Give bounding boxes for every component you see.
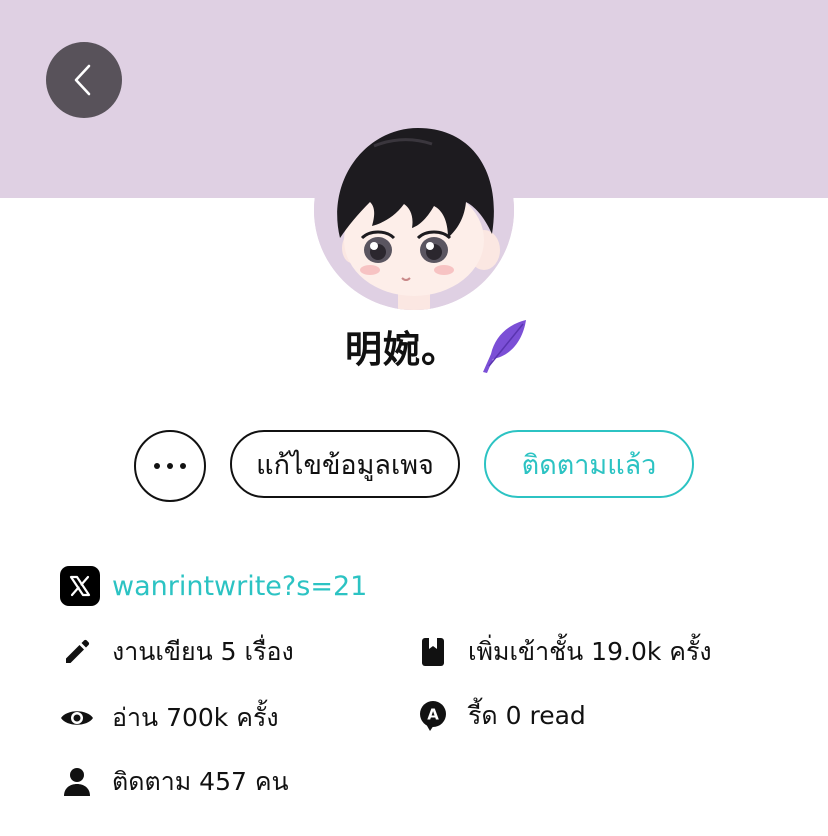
display-name: 明婉。 xyxy=(345,328,459,371)
stat-bookmarks: เพิ่มเข้าชั้น 19.0k ครั้ง xyxy=(416,632,712,672)
more-options-button[interactable] xyxy=(134,430,206,502)
stat-works: งานเขียน 5 เรื่อง xyxy=(60,632,294,672)
stat-followers-label: ติดตาม 457 คน xyxy=(112,767,289,796)
chevron-left-icon xyxy=(74,64,91,96)
social-link-row: wanrintwrite?s=21 xyxy=(60,566,367,606)
stat-works-label: งานเขียน 5 เรื่อง xyxy=(112,637,294,666)
profile-page: 明婉。 แก้ไขข้อมูลเพจ ติดตามแล้ว wanrintwri… xyxy=(0,0,828,836)
stat-read-mode-label: รี้ด 0 read xyxy=(468,701,586,730)
pencil-icon xyxy=(60,635,94,669)
stat-read-mode: A รี้ด 0 read xyxy=(416,696,586,736)
edit-page-button[interactable]: แก้ไขข้อมูลเพจ xyxy=(230,430,460,498)
stat-reads-label: อ่าน 700k ครั้ง xyxy=(112,703,279,732)
stat-reads: อ่าน 700k ครั้ง xyxy=(60,698,279,738)
following-button[interactable]: ติดตามแล้ว xyxy=(484,430,694,498)
more-horizontal-icon xyxy=(154,463,186,469)
feather-icon xyxy=(483,320,526,373)
x-handle-link[interactable]: wanrintwrite?s=21 xyxy=(112,571,367,602)
profile-name-row: 明婉。 xyxy=(0,314,828,378)
avatar[interactable] xyxy=(314,110,514,310)
chat-a-icon: A xyxy=(416,699,450,733)
avatar-illustration xyxy=(314,110,514,310)
eye-icon xyxy=(60,701,94,735)
x-logo-icon xyxy=(60,566,100,606)
person-icon xyxy=(60,765,94,799)
stat-followers: ติดตาม 457 คน xyxy=(60,762,289,802)
stat-bookmarks-label: เพิ่มเข้าชั้น 19.0k ครั้ง xyxy=(468,637,712,666)
book-icon xyxy=(416,635,450,669)
back-button[interactable] xyxy=(46,42,122,118)
svg-text:A: A xyxy=(427,706,439,724)
